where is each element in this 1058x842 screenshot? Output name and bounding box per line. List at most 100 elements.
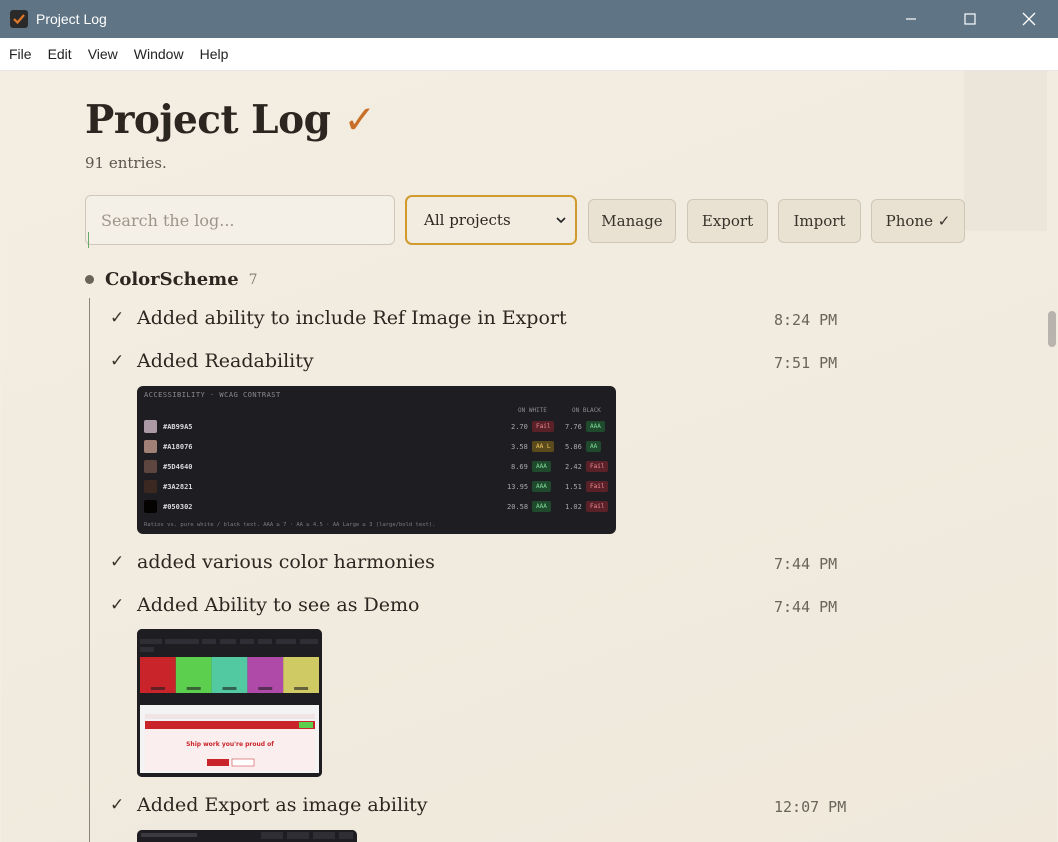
menu-view[interactable]: View <box>80 46 126 62</box>
palette-swatch-label <box>186 687 201 690</box>
color-swatch <box>144 460 157 473</box>
palette-swatch-label <box>258 687 273 690</box>
entry-text: added various color harmonies <box>137 551 435 573</box>
check-icon: ✓ <box>110 351 125 371</box>
close-button[interactable] <box>999 0 1058 38</box>
check-icon: ✓ <box>110 552 125 572</box>
entry-text: Added Export as image ability <box>137 794 428 816</box>
a11y-ratio-black: 1.02 <box>565 503 582 511</box>
list-item[interactable]: ✓ Added Export as image ability <box>110 794 428 816</box>
a11y-hex: #AB99A5 <box>163 423 193 431</box>
a11y-ratio-black: 7.76 <box>565 423 582 431</box>
app-checkbox-icon <box>10 10 28 28</box>
import-button[interactable]: Import <box>778 199 861 243</box>
a11y-row: #AB99A5 2.70 Fail 7.76 AAA <box>144 420 610 434</box>
menu-help[interactable]: Help <box>192 46 237 62</box>
list-item[interactable]: ✓ Added ability to include Ref Image in … <box>110 307 567 329</box>
a11y-title: ACCESSIBILITY · WCAG CONTRAST <box>144 391 281 399</box>
a11y-badge-white: Fail <box>532 421 555 432</box>
a11y-badge-black: Fail <box>586 461 609 472</box>
maximize-icon <box>963 13 976 25</box>
main-content: Project Log ✓ 91 entries. All projects M… <box>1 71 1057 842</box>
menu-edit[interactable]: Edit <box>40 46 80 62</box>
chevron-down-icon <box>556 217 566 224</box>
a11y-badge-black: Fail <box>586 501 609 512</box>
entry-time: 7:44 PM <box>774 598 838 616</box>
group-count: 7 <box>248 271 258 288</box>
menu-file[interactable]: File <box>0 46 40 62</box>
title-check-icon: ✓ <box>343 98 376 143</box>
sticky-header-edge <box>964 71 1047 231</box>
palette-swatch-label <box>294 687 309 690</box>
search-input[interactable] <box>85 195 395 245</box>
a11y-row: #5D4640 8.69 AAA 2.42 Fail <box>144 460 610 474</box>
entry-text: Added Ability to see as Demo <box>137 594 420 616</box>
entry-text: Added Readability <box>137 350 314 372</box>
a11y-badge-black: AA <box>586 441 602 452</box>
palette-swatch-label <box>150 687 165 690</box>
menu-window[interactable]: Window <box>126 46 192 62</box>
close-icon <box>1022 12 1035 26</box>
minimize-icon <box>905 18 916 20</box>
a11y-row: #A18076 3.58 AA L 5.86 AA <box>144 440 610 454</box>
phone-button[interactable]: Phone ✓ <box>871 199 965 243</box>
a11y-ratio-white: 20.58 <box>507 503 529 511</box>
palette-swatches <box>140 657 319 693</box>
a11y-ratio-black: 1.51 <box>565 483 582 491</box>
a11y-badge-white: AAA <box>532 501 551 512</box>
a11y-col-white: ON WHITE <box>518 407 547 414</box>
scrollbar-thumb[interactable] <box>1048 311 1056 347</box>
minimize-button[interactable] <box>881 0 940 38</box>
list-item[interactable]: ✓ Added Readability <box>110 350 314 372</box>
check-icon: ✓ <box>110 595 125 615</box>
entry-text: Added ability to include Ref Image in Ex… <box>137 307 567 329</box>
window-title: Project Log <box>36 11 107 27</box>
accent-line <box>88 232 89 248</box>
a11y-hex: #3A2821 <box>163 483 193 491</box>
entry-screenshot-accessibility[interactable]: ACCESSIBILITY · WCAG CONTRAST ON WHITE O… <box>137 386 616 534</box>
a11y-hex: #5D4640 <box>163 463 193 471</box>
entry-screenshot-export[interactable] <box>137 830 357 842</box>
a11y-badge-black: AAA <box>586 421 605 432</box>
color-swatch <box>144 420 157 433</box>
list-item[interactable]: ✓ added various color harmonies <box>110 551 435 573</box>
title-bar: Project Log <box>0 0 1058 38</box>
menu-bar: File Edit View Window Help <box>0 38 1058 71</box>
demo-preview-image: Ship work you're proud of <box>137 629 322 777</box>
entry-screenshot-demo[interactable]: Ship work you're proud of <box>137 629 322 777</box>
entry-time: 8:24 PM <box>774 311 838 329</box>
a11y-ratio-black: 5.86 <box>565 443 582 451</box>
manage-button[interactable]: Manage <box>588 199 676 243</box>
maximize-button[interactable] <box>940 0 999 38</box>
a11y-badge-white: AAA <box>532 481 551 492</box>
a11y-row: #3A2821 13.95 AAA 1.51 Fail <box>144 480 610 494</box>
a11y-ratio-black: 2.42 <box>565 463 582 471</box>
a11y-hex: #A18076 <box>163 443 193 451</box>
color-swatch <box>144 480 157 493</box>
group-header[interactable]: ColorScheme 7 <box>85 269 258 290</box>
palette-swatch-label <box>222 687 237 690</box>
export-button[interactable]: Export <box>687 199 768 243</box>
color-swatch <box>144 440 157 453</box>
group-timeline-line <box>89 298 90 842</box>
a11y-badge-white: AAA <box>532 461 551 472</box>
a11y-ratio-white: 8.69 <box>511 463 528 471</box>
a11y-ratio-white: 2.70 <box>511 423 528 431</box>
a11y-hex: #050302 <box>163 503 193 511</box>
color-swatch <box>144 500 157 513</box>
a11y-footer: Ratios vs. pure white / black text. AAA … <box>144 522 436 528</box>
entry-time: 7:51 PM <box>774 354 838 372</box>
a11y-badge-black: Fail <box>586 481 609 492</box>
a11y-ratio-white: 13.95 <box>507 483 529 491</box>
page-title: Project Log ✓ <box>85 97 376 143</box>
check-icon: ✓ <box>110 795 125 815</box>
project-filter-select[interactable]: All projects <box>405 195 577 245</box>
a11y-row: #050302 20.58 AAA 1.02 Fail <box>144 500 610 514</box>
entry-time: 7:44 PM <box>774 555 838 573</box>
group-dot-icon <box>85 275 94 284</box>
demo-hero-text: Ship work you're proud of <box>186 741 274 748</box>
list-item[interactable]: ✓ Added Ability to see as Demo <box>110 594 419 616</box>
project-filter-value: All projects <box>424 211 511 229</box>
check-icon: ✓ <box>110 308 125 328</box>
a11y-badge-white: AA L <box>532 441 555 452</box>
